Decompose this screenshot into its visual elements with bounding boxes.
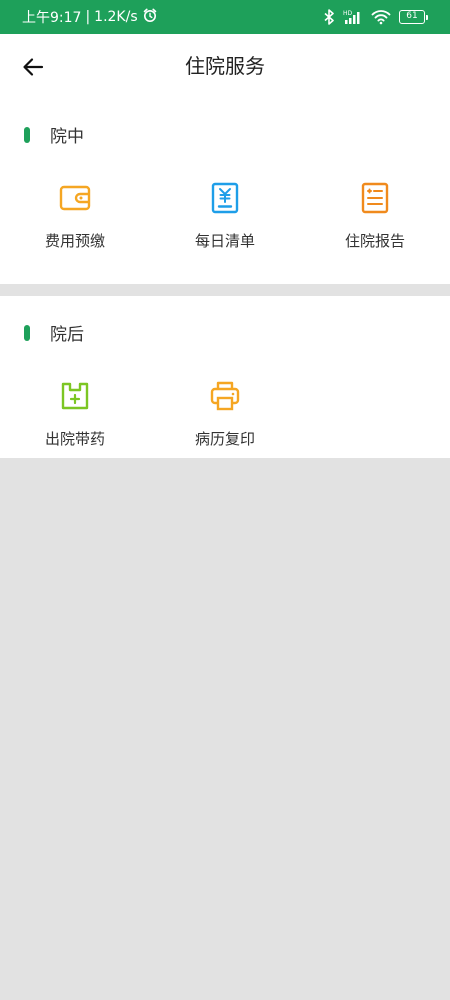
alarm-icon: [142, 7, 158, 27]
status-separator: |: [85, 9, 91, 25]
section-marker: [24, 126, 30, 143]
battery-level: 61: [399, 10, 425, 24]
grid-item-label: 出院带药: [44, 430, 105, 448]
status-right: HD 61: [323, 9, 428, 25]
app-header: 住院服务: [0, 34, 450, 98]
grid-item-label: 每日清单: [194, 232, 255, 250]
grid-item-label: 费用预缴: [44, 232, 105, 250]
status-bar: 上午9:17 | 1.2K/s HD 61: [0, 0, 450, 34]
service-grid: 费用预缴 每日清单 住院报告: [0, 180, 450, 251]
section-during-stay: 院中 费用预缴 每日清单 住院报告: [0, 98, 450, 284]
section-after-discharge: 院后 出院带药 病历复印: [0, 296, 450, 458]
record-copy-button[interactable]: 病历复印: [150, 378, 300, 449]
section-title: 院中: [50, 127, 84, 147]
empty-background: [0, 458, 450, 1000]
grid-item-label: 住院报告: [344, 232, 405, 250]
section-header: 院中: [24, 122, 84, 147]
daily-bill-button[interactable]: 每日清单: [150, 180, 300, 251]
service-grid: 出院带药 病历复印: [0, 378, 450, 449]
section-header: 院后: [24, 320, 84, 345]
discharge-medicine-button[interactable]: 出院带药: [0, 378, 150, 449]
inpatient-report-button[interactable]: 住院报告: [300, 180, 450, 251]
grid-item-label: 病历复印: [194, 430, 255, 448]
printer-icon: [207, 378, 243, 414]
battery-icon: 61: [399, 10, 428, 24]
battery-tip: [426, 14, 428, 20]
section-marker: [24, 324, 30, 341]
network-speed: 1.2K/s: [94, 9, 138, 25]
prepay-fee-button[interactable]: 费用预缴: [0, 180, 150, 251]
report-icon: [357, 180, 393, 216]
status-time: 上午9:17: [22, 10, 82, 26]
wifi-icon: [371, 9, 391, 25]
page-title: 住院服务: [185, 54, 265, 78]
medicine-bag-icon: [57, 378, 93, 414]
wallet-icon: [57, 180, 93, 216]
cellular-signal-icon: HD: [343, 9, 363, 25]
svg-text:HD: HD: [343, 10, 353, 17]
status-left: 上午9:17 | 1.2K/s: [22, 7, 158, 27]
yuan-bill-icon: [207, 180, 243, 216]
section-title: 院后: [50, 325, 84, 345]
bluetooth-icon: [323, 9, 335, 25]
